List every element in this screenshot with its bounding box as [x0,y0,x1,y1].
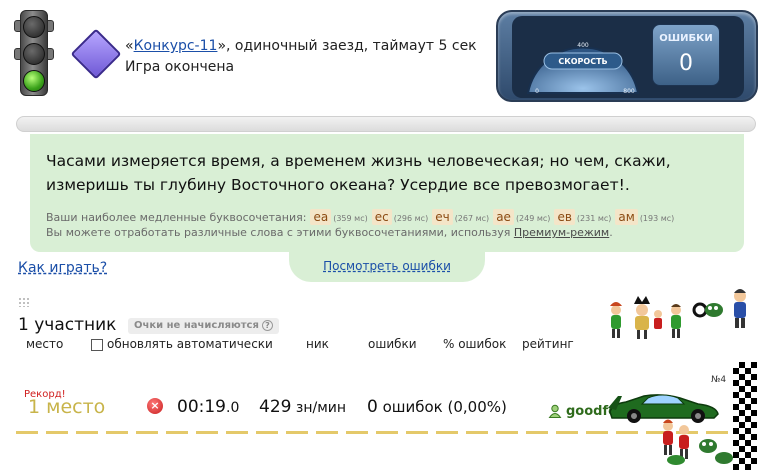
drag-handle-icon[interactable] [18,297,30,307]
errors-value: 0 [367,397,378,417]
game-description: «Конкурс-11», одиночный заезд, таймаут 5… [125,38,477,54]
contest-diamond-icon [70,28,122,80]
result-speed: 429 зн/мин [259,397,346,417]
slow-pair-ms: (249 мс) [515,214,551,223]
slow-pair-badge: ае [493,209,514,225]
finish-spectators-icon [663,419,733,465]
contest-link[interactable]: Конкурс-11 [134,38,218,54]
slow-pair-ms: (359 мс) [333,214,368,223]
slow-pair-ms: (296 мс) [393,214,429,223]
auto-update-checkbox[interactable] [91,339,103,351]
col-error-percent: % ошибок [443,337,507,351]
hint-end: . [609,226,613,239]
finish-flag-icon [733,362,757,470]
errors-counter-label: ОШИБКИ [659,33,713,44]
spectators-icon [610,289,746,339]
speed-value: 429 [259,397,292,417]
race-progress-strip [16,116,756,132]
slow-pairs-label: Ваши наиболее медленные буквосочетания: [46,211,307,224]
show-errors-tab: Посмотреть ошибки [289,248,485,282]
gauge-tick-label: 800 [623,88,635,95]
race-track-line [16,431,736,434]
premium-mode-link[interactable]: Премиум-режим [514,226,609,239]
slow-pairs-line: Ваши наиболее медленные буквосочетания: е… [46,209,674,225]
premium-hint: Вы можете отработать различные слова с э… [46,226,613,239]
help-icon[interactable]: ? [261,319,273,331]
col-nick: ник [306,337,329,351]
col-place: место [26,337,64,351]
points-badge: Очки не начисляются? [128,318,279,334]
participants-count: 1 участник [18,315,117,335]
col-errors: ошибки [368,337,417,351]
gauge-tick-label: 400 [577,42,589,49]
time-tenths: .0 [226,400,240,416]
errors-counter-value: 0 [679,51,693,76]
speedometer-icon: 0200400600800 СКОРОСТЬ [526,42,640,95]
errors-counter: ОШИБКИ 0 [652,24,720,86]
traffic-light-icon [14,10,54,98]
mode-text: », одиночный заезд, таймаут 5 сек [217,38,477,54]
slow-pair-badge: еа [310,209,332,225]
show-errors-link[interactable]: Посмотреть ошибки [289,259,485,273]
slow-pair-badge: ес [371,209,392,225]
game-status: Игра окончена [125,59,235,75]
slow-pair-ms: (267 мс) [454,214,490,223]
result-time: 00:19.0 [177,397,239,417]
slow-pair-ms: (231 мс) [576,214,612,223]
result-place: 1 место [28,396,106,418]
points-badge-text: Очки не начисляются [134,320,259,331]
auto-update-label[interactable]: обновлять автоматически [107,337,273,351]
user-icon [548,404,562,418]
slow-pair-ms: (193 мс) [639,214,675,223]
typed-phrase: Часами измеряется время, а временем жизн… [46,152,671,194]
quote-open: « [125,38,134,54]
slow-pair-badge: ам [615,209,638,225]
col-rating: рейтинг [522,337,574,351]
how-to-play-link[interactable]: Как играть? [18,260,107,276]
speed-unit: зн/мин [291,400,347,416]
errors-unit: ошибок (0,00%) [377,398,507,416]
slow-pair-badge: еч [432,209,453,225]
hint-text: Вы можете отработать различные слова с э… [46,226,514,239]
result-errors: 0 ошибок (0,00%) [367,397,507,417]
slow-pair-badge: ев [554,209,575,225]
close-icon[interactable]: × [147,398,163,414]
time-main: 00:19 [177,397,226,417]
speed-label: СКОРОСТЬ [558,57,607,66]
gauge-tick-label: 0 [535,88,539,95]
car-number: №4 [711,375,727,385]
